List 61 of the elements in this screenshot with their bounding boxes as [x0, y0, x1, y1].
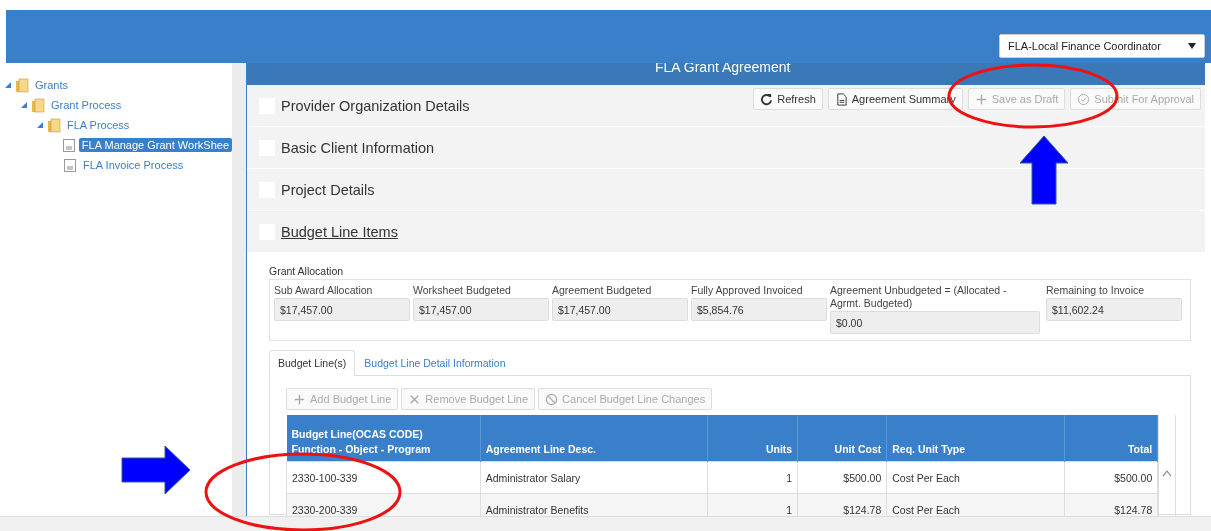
column-header[interactable]: Req. Unit Type — [886, 415, 1065, 462]
document-icon — [834, 92, 848, 106]
folder-icon — [47, 117, 61, 133]
readonly-field: $17,457.00 — [552, 298, 688, 321]
column-header[interactable]: Agreement Line Desc. — [480, 415, 708, 462]
readonly-field: $5,854.76 — [691, 298, 827, 321]
section-title: Project Details — [281, 181, 375, 198]
tab[interactable]: Budget Line(s) — [269, 350, 356, 376]
table-cell: Administrator Salary — [480, 461, 708, 494]
section-title: Budget Line Items — [281, 223, 398, 240]
table-cell: $500.00 — [1064, 461, 1158, 494]
table-cell: Cost Per Each — [886, 461, 1065, 494]
field-label: Worksheet Budgeted — [413, 284, 512, 297]
readonly-field: $0.00 — [830, 311, 1040, 334]
table-cell: $500.00 — [797, 461, 887, 494]
table-cell: 2330-100-339 — [286, 461, 481, 494]
section-header[interactable]: Budget Line Items — [247, 211, 1205, 253]
annotation-arrow — [1019, 135, 1069, 205]
annotation-arrow — [121, 445, 191, 495]
section-title: Basic Client Information — [281, 139, 435, 156]
caret-icon — [1188, 43, 1196, 49]
expand-toggle-icon[interactable] — [4, 81, 12, 89]
panel-title: FLA Grant Agreement — [655, 63, 791, 73]
tree-item[interactable]: FLA Invoice Process — [80, 158, 187, 172]
toolbar-button[interactable]: Refresh — [753, 88, 823, 110]
folder-icon — [15, 77, 29, 93]
tree-item[interactable]: FLA Process — [64, 118, 133, 132]
role-select[interactable]: FLA-Local Finance Coordinator — [999, 34, 1205, 58]
tree-item[interactable]: Grants — [32, 78, 71, 92]
tab[interactable]: Budget Line Detail Information — [355, 350, 515, 376]
readonly-field: $11,602.24 — [1046, 298, 1182, 321]
expand-toggle-icon[interactable] — [20, 101, 28, 109]
field-label: Sub Award Allocation — [274, 284, 374, 297]
document-icon — [63, 157, 77, 173]
panel-splitter[interactable] — [232, 63, 247, 516]
field-label: Remaining to Invoice — [1046, 284, 1146, 297]
folder-icon — [31, 97, 45, 113]
expand-toggle-icon[interactable] — [36, 121, 44, 129]
field-label: Fully Approved Invoiced — [691, 284, 804, 297]
ban-icon — [545, 392, 559, 406]
column-header[interactable]: Unit Cost — [797, 415, 887, 462]
column-header[interactable]: Total — [1064, 415, 1158, 462]
scroll-up-icon[interactable] — [1162, 469, 1173, 477]
readonly-field: $17,457.00 — [413, 298, 549, 321]
column-header[interactable]: Budget Line(OCAS CODE) Function - Object - Program — [286, 415, 481, 462]
plus-icon — [293, 392, 306, 406]
group-title: Grant Allocation — [269, 265, 345, 277]
refresh-icon — [760, 92, 774, 106]
section-title: Provider Organization Details — [281, 97, 470, 114]
column-header[interactable]: Units — [707, 415, 798, 462]
table-cell: 1 — [707, 461, 798, 494]
field-label: Agreement Unbudgeted = (Allocated - Agrmt. Budgeted) — [830, 284, 1008, 310]
tree-item[interactable]: FLA Manage Grant WorkShee — [78, 138, 232, 152]
document-icon — [61, 137, 76, 153]
plus-icon — [974, 92, 988, 106]
section-header[interactable]: Basic Client Information — [247, 127, 1205, 169]
section-header[interactable]: Project Details — [247, 169, 1205, 211]
field-label: Agreement Budgeted — [552, 284, 653, 297]
readonly-field: $17,457.00 — [274, 298, 410, 321]
check-circle-icon — [1077, 92, 1091, 106]
tree-item[interactable]: Grant Process — [48, 98, 125, 112]
